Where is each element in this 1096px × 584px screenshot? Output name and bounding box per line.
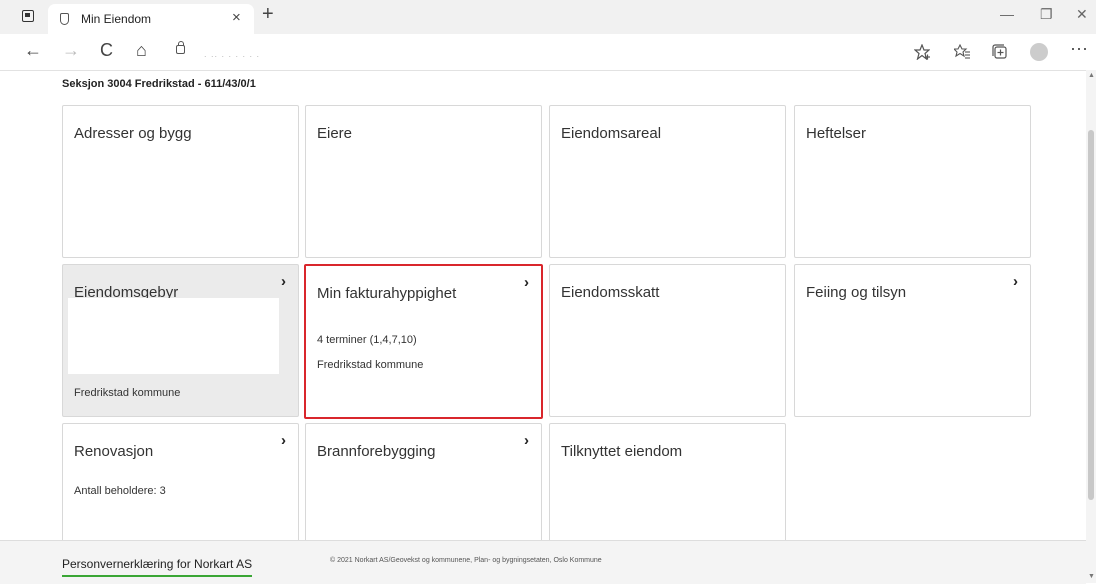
copyright-text: © 2021 Norkart AS/Geovekst og kommunene,… [330,557,602,564]
card-content-box [68,298,279,374]
address-text: . .. . . . . . . [204,49,261,59]
card-title: Renovasjon [74,443,154,460]
back-icon[interactable]: ← [24,40,42,61]
scroll-down-icon[interactable]: ▼ [1088,573,1095,580]
browser-toolbar: ← → C ⌂ . .. . . . . . . ··· [0,34,1096,71]
address-bar[interactable]: . .. . . . . . . [164,39,964,65]
card-brannforebygging[interactable]: Brannforebygging › [305,423,542,540]
card-title: Adresser og bygg [74,125,192,142]
home-icon[interactable]: ⌂ [136,40,147,61]
card-terms: 4 terminer (1,4,7,10) [317,334,417,346]
card-eiendomsskatt[interactable]: Eiendomsskatt [549,264,786,417]
card-eiendomsgebyr[interactable]: Eiendomsgebyr › Fredrikstad kommune [62,264,299,417]
card-title: Brannforebygging [317,443,436,460]
scrollbar-thumb[interactable] [1088,130,1094,500]
card-tilknyttet-eiendom[interactable]: Tilknyttet eiendom [549,423,786,540]
card-title: Eiendomsskatt [561,284,660,301]
card-renovasjon[interactable]: Renovasjon › Antall beholdere: 3 [62,423,299,540]
favorites-icon[interactable] [954,44,970,60]
card-eiendomsareal[interactable]: Eiendomsareal [549,105,786,258]
tab-actions-icon[interactable] [22,10,34,22]
add-favorite-icon[interactable] [914,44,930,60]
card-heftelser[interactable]: Heftelser [794,105,1031,258]
tab-bar: Min Eiendom × + — ❐ ✕ [0,0,1096,34]
card-eiere[interactable]: Eiere [305,105,542,258]
privacy-link[interactable]: Personvernerklæring for Norkart AS [62,557,253,577]
card-adresser-og-bygg[interactable]: Adresser og bygg [62,105,299,258]
restore-icon[interactable]: ❐ [1040,6,1053,23]
card-feiing-og-tilsyn[interactable]: Feiing og tilsyn › [794,264,1031,417]
card-title: Tilknyttet eiendom [561,443,683,460]
scroll-up-icon[interactable]: ▲ [1088,72,1095,79]
close-window-icon[interactable]: ✕ [1076,6,1088,23]
chevron-right-icon[interactable]: › [1013,273,1018,290]
minimize-icon[interactable]: — [1000,6,1014,22]
card-min-fakturahyppighet[interactable]: Min fakturahyppighet › 4 terminer (1,4,7… [304,264,543,419]
close-tab-icon[interactable]: × [232,9,241,26]
more-icon[interactable]: ··· [1070,38,1088,59]
chevron-right-icon[interactable]: › [524,274,529,291]
reload-icon[interactable]: C [100,40,113,61]
page-content: Seksjon 3004 Fredrikstad - 611/43/0/1 Ad… [0,70,1086,540]
forward-icon[interactable]: → [62,40,80,61]
card-title: Eiendomsareal [561,125,662,142]
tab-min-eiendom[interactable]: Min Eiendom × [48,4,254,34]
chevron-right-icon[interactable]: › [524,432,529,449]
card-municipality: Fredrikstad kommune [317,359,424,371]
chevron-right-icon[interactable]: › [281,432,286,449]
lock-icon [176,41,185,54]
card-municipality: Fredrikstad kommune [74,387,181,399]
chevron-right-icon[interactable]: › [281,273,286,290]
page-footer: Personvernerklæring for Norkart AS © 202… [0,540,1086,584]
new-tab-icon[interactable]: + [262,3,274,26]
profile-avatar[interactable] [1030,43,1048,61]
page-title: Seksjon 3004 Fredrikstad - 611/43/0/1 [62,78,256,90]
collections-icon[interactable] [992,44,1008,60]
card-container-count: Antall beholdere: 3 [74,485,166,497]
vertical-scrollbar[interactable]: ▲ ▼ [1086,70,1096,583]
card-title: Heftelser [806,125,867,142]
card-title: Min fakturahyppighet [317,285,457,302]
card-title: Eiere [317,125,353,142]
shield-icon [60,13,69,25]
tab-title: Min Eiendom [81,12,152,26]
card-title: Feiing og tilsyn [806,284,907,301]
